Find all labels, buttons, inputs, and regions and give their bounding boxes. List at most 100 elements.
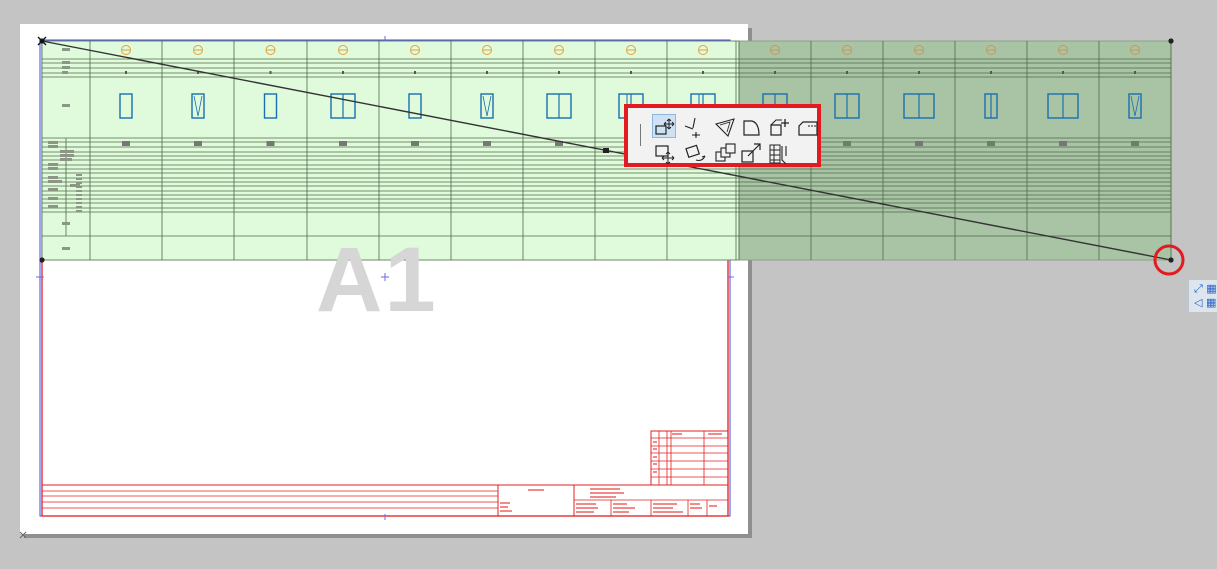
stretch-node-button[interactable]: [680, 114, 704, 138]
split-table-icon: [769, 144, 787, 164]
rotate-button[interactable]: [682, 140, 706, 164]
side-tool-strip[interactable]: ⤢ ▦ ◁ ▦: [1188, 280, 1217, 312]
row-header-label: [60, 150, 74, 153]
title-block-text: [653, 463, 657, 465]
column-id-mark: [342, 71, 344, 74]
column-sill-mark: [339, 141, 347, 146]
row-header-label: [76, 182, 82, 184]
column-id-mark: [846, 71, 848, 74]
title-block-text: [576, 511, 594, 513]
resize-button[interactable]: [738, 140, 762, 164]
subtract-from-polygon-icon: [798, 121, 818, 136]
column-id-mark: [990, 71, 992, 74]
row-header-label: [76, 186, 82, 188]
stretch-node-icon: [684, 117, 700, 138]
column-id-mark: [774, 71, 776, 74]
column-sill-mark: [843, 141, 851, 146]
column-sill-mark: [1059, 141, 1067, 146]
title-block-text: [653, 448, 657, 450]
row-header-label: [62, 48, 70, 51]
column-sill-mark: [411, 141, 419, 146]
title-block-text: [653, 456, 657, 458]
drawing-canvas[interactable]: [0, 0, 1217, 569]
column-sill-mark: [194, 141, 202, 146]
title-block-text: [690, 503, 700, 505]
title-block-text: [672, 433, 682, 435]
stretch-icon[interactable]: ⤢ ▦: [1194, 282, 1217, 296]
row-header-label: [48, 145, 58, 148]
palette-separator: [640, 124, 641, 146]
mirror-icon[interactable]: ◁ ▦: [1194, 296, 1217, 310]
drag-button[interactable]: [652, 114, 676, 138]
row-header-label: [48, 167, 58, 170]
row-header-label: [76, 210, 82, 212]
drag-icon: [655, 118, 675, 135]
row-header-label: [48, 205, 58, 208]
column-sill-mark: [1131, 141, 1139, 146]
row-header-label: [76, 194, 82, 196]
multiply-icon: [715, 143, 736, 162]
title-block-text: [590, 496, 616, 498]
row-header-label: [48, 176, 58, 179]
title-block-text: [590, 488, 620, 490]
row-header-label: [76, 198, 82, 200]
row-header-label: [48, 141, 58, 144]
title-block-text: [613, 507, 635, 509]
row-header-label: [62, 247, 70, 250]
offset-button[interactable]: [712, 114, 736, 138]
column-id-mark: [414, 71, 416, 74]
title-block-text: [613, 503, 627, 505]
title-block-text: [653, 511, 683, 513]
row-header-label: [62, 222, 70, 225]
column-id-mark: [125, 71, 127, 74]
title-block-text: [500, 510, 512, 512]
move-icon: [655, 145, 675, 164]
column-sill-mark: [266, 141, 275, 146]
multiply-button[interactable]: [712, 140, 736, 164]
column-sill-mark: [915, 141, 923, 146]
row-header-label: [48, 180, 62, 183]
row-header-label: [48, 197, 58, 200]
resize-icon: [741, 143, 761, 163]
move-button[interactable]: [652, 140, 676, 164]
rotate-icon: [685, 144, 706, 162]
split-table-button[interactable]: [766, 140, 790, 164]
title-block-text: [709, 505, 717, 507]
column-sill-mark: [987, 141, 995, 146]
subtract-from-polygon-button[interactable]: [794, 114, 818, 138]
add-to-polygon-icon: [770, 119, 789, 136]
title-block-text: [576, 503, 596, 505]
column-id-mark: [269, 71, 272, 74]
row-header-label: [60, 158, 72, 161]
title-block-text: [500, 502, 510, 504]
add-to-polygon-button[interactable]: [766, 114, 790, 138]
row-header-label: [76, 190, 82, 192]
row-header-label: [48, 163, 58, 166]
row-header-label: [76, 202, 82, 204]
column-id-mark: [702, 71, 704, 74]
title-block-text: [653, 503, 677, 505]
column-id-mark: [1134, 71, 1136, 74]
column-sill-mark: [122, 141, 130, 146]
title-block-text: [653, 441, 657, 443]
title-block-text: [528, 489, 544, 491]
column-id-mark: [918, 71, 920, 74]
row-header-label: [76, 206, 82, 208]
column-id-mark: [558, 71, 560, 74]
title-block-text: [653, 507, 673, 509]
curved-edge-button[interactable]: [738, 114, 762, 138]
title-block-text: [590, 492, 624, 494]
column-id-mark: [1062, 71, 1064, 74]
row-header-label: [60, 154, 74, 157]
row-header-label: [62, 71, 68, 74]
row-header-label: [62, 66, 70, 69]
drag-midpoint-marker: [603, 148, 609, 153]
row-header-label: [48, 188, 58, 191]
title-block-text: [690, 507, 702, 509]
pet-palette[interactable]: [624, 104, 821, 167]
column-id-mark: [486, 71, 488, 74]
column-id-mark: [630, 71, 632, 74]
row-header-label: [62, 61, 70, 64]
title-block-text: [708, 433, 722, 435]
row-header-label: [62, 104, 70, 107]
